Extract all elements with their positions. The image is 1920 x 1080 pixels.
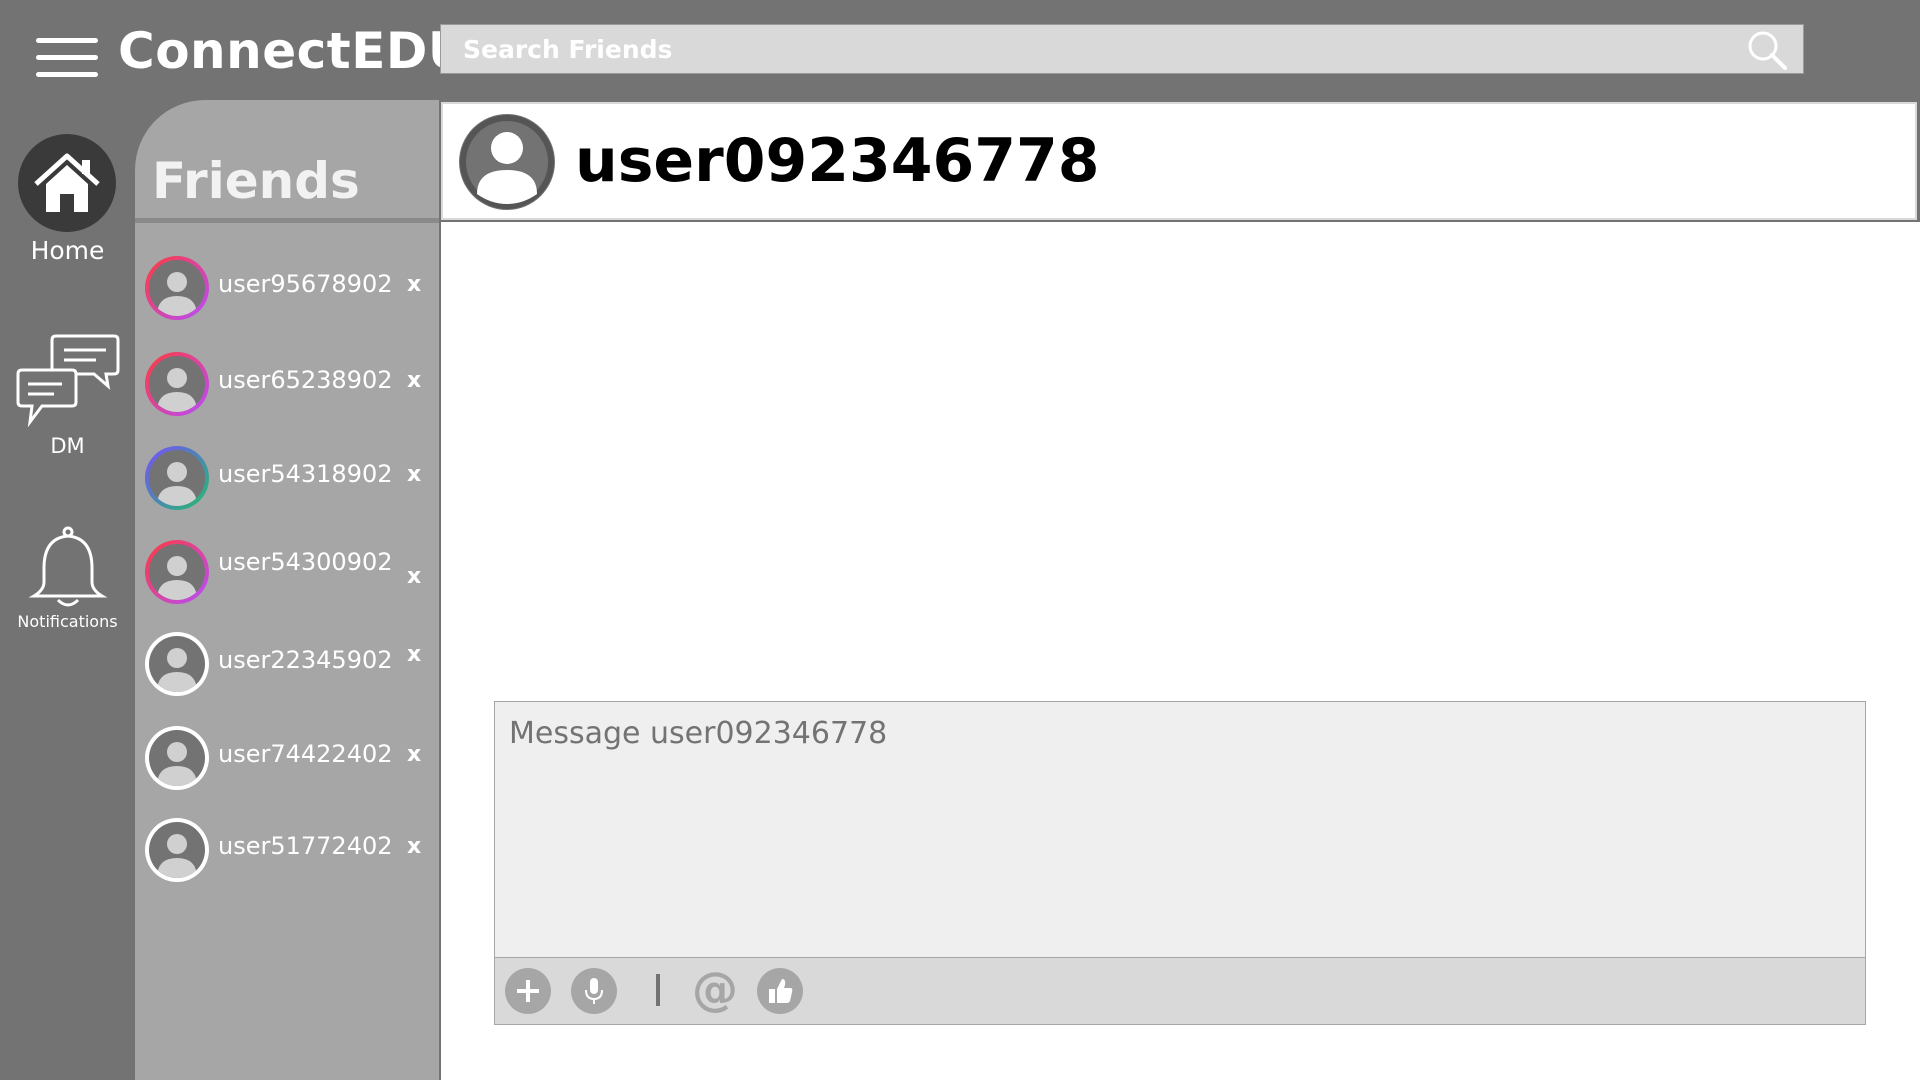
nav-dm[interactable]: DM	[0, 332, 135, 458]
friends-panel: Friends user95678902 x user65238902 x us…	[135, 100, 439, 1080]
friend-item[interactable]: user65238902 x	[145, 352, 435, 418]
message-input[interactable]	[507, 714, 1851, 948]
friends-divider	[135, 218, 439, 223]
remove-friend-button[interactable]: x	[407, 742, 421, 767]
friend-item[interactable]: user95678902 x	[145, 256, 435, 322]
search-icon[interactable]	[1745, 30, 1789, 70]
hamburger-menu-icon[interactable]	[36, 38, 98, 80]
top-bar: ConnectEDU	[0, 0, 1920, 100]
remove-friend-button[interactable]: x	[407, 834, 421, 859]
friend-item[interactable]: user22345902 x	[145, 632, 435, 698]
user-silhouette-icon	[157, 648, 197, 692]
toolbar-separator	[656, 974, 660, 1006]
message-composer: @	[494, 701, 1866, 1025]
app-logo: ConnectEDU	[118, 22, 469, 80]
friend-name: user95678902	[218, 270, 393, 298]
mention-button[interactable]: @	[692, 962, 738, 1016]
left-navigation: Home DM Notifications	[0, 100, 135, 1080]
friend-name: user51772402	[218, 832, 393, 860]
avatar	[145, 818, 209, 882]
friend-name: user54318902	[218, 460, 393, 488]
avatar	[145, 256, 209, 320]
plus-icon	[517, 980, 539, 1002]
nav-notifications-label: Notifications	[17, 612, 118, 631]
add-attachment-button[interactable]	[505, 968, 551, 1014]
avatar	[145, 540, 209, 604]
remove-friend-button[interactable]: x	[407, 368, 421, 393]
chat-username: user092346778	[575, 126, 1100, 196]
search-input[interactable]	[461, 25, 1745, 75]
remove-friend-button[interactable]: x	[407, 564, 421, 589]
friend-name: user54300902	[218, 548, 393, 576]
nav-home[interactable]: Home	[0, 134, 135, 265]
like-button[interactable]	[757, 968, 803, 1014]
remove-friend-button[interactable]: x	[407, 272, 421, 297]
friend-name: user65238902	[218, 366, 393, 394]
friend-item[interactable]: user74422402 x	[145, 726, 435, 792]
avatar	[145, 446, 209, 510]
remove-friend-button[interactable]: x	[407, 642, 421, 667]
nav-notifications[interactable]: Notifications	[0, 524, 135, 631]
microphone-icon	[585, 978, 603, 1004]
user-silhouette-icon	[157, 742, 197, 786]
remove-friend-button[interactable]: x	[407, 462, 421, 487]
friend-name: user74422402	[218, 740, 393, 768]
user-silhouette-icon	[460, 115, 554, 209]
nav-dm-label: DM	[50, 434, 85, 458]
friend-item[interactable]: user51772402 x	[145, 818, 435, 884]
avatar	[145, 352, 209, 416]
avatar	[145, 726, 209, 790]
thumbs-up-icon	[769, 979, 793, 1003]
friend-item[interactable]: user54318902 x	[145, 446, 435, 512]
nav-home-label: Home	[30, 236, 105, 265]
user-silhouette-icon	[157, 556, 197, 600]
home-icon	[18, 134, 116, 232]
avatar[interactable]	[459, 114, 555, 210]
user-silhouette-icon	[157, 834, 197, 878]
chat-header: user092346778	[441, 102, 1917, 220]
user-silhouette-icon	[157, 272, 197, 316]
bell-icon	[28, 526, 108, 607]
user-silhouette-icon	[157, 462, 197, 506]
search-bar[interactable]	[440, 24, 1804, 75]
chat-bubbles-icon	[16, 334, 120, 428]
avatar	[145, 632, 209, 696]
voice-message-button[interactable]	[571, 968, 617, 1014]
friend-item[interactable]: user54300902 x	[145, 540, 435, 606]
composer-toolbar: @	[495, 957, 1865, 1024]
friends-title: Friends	[152, 152, 360, 210]
friend-name: user22345902	[218, 646, 393, 674]
user-silhouette-icon	[157, 368, 197, 412]
